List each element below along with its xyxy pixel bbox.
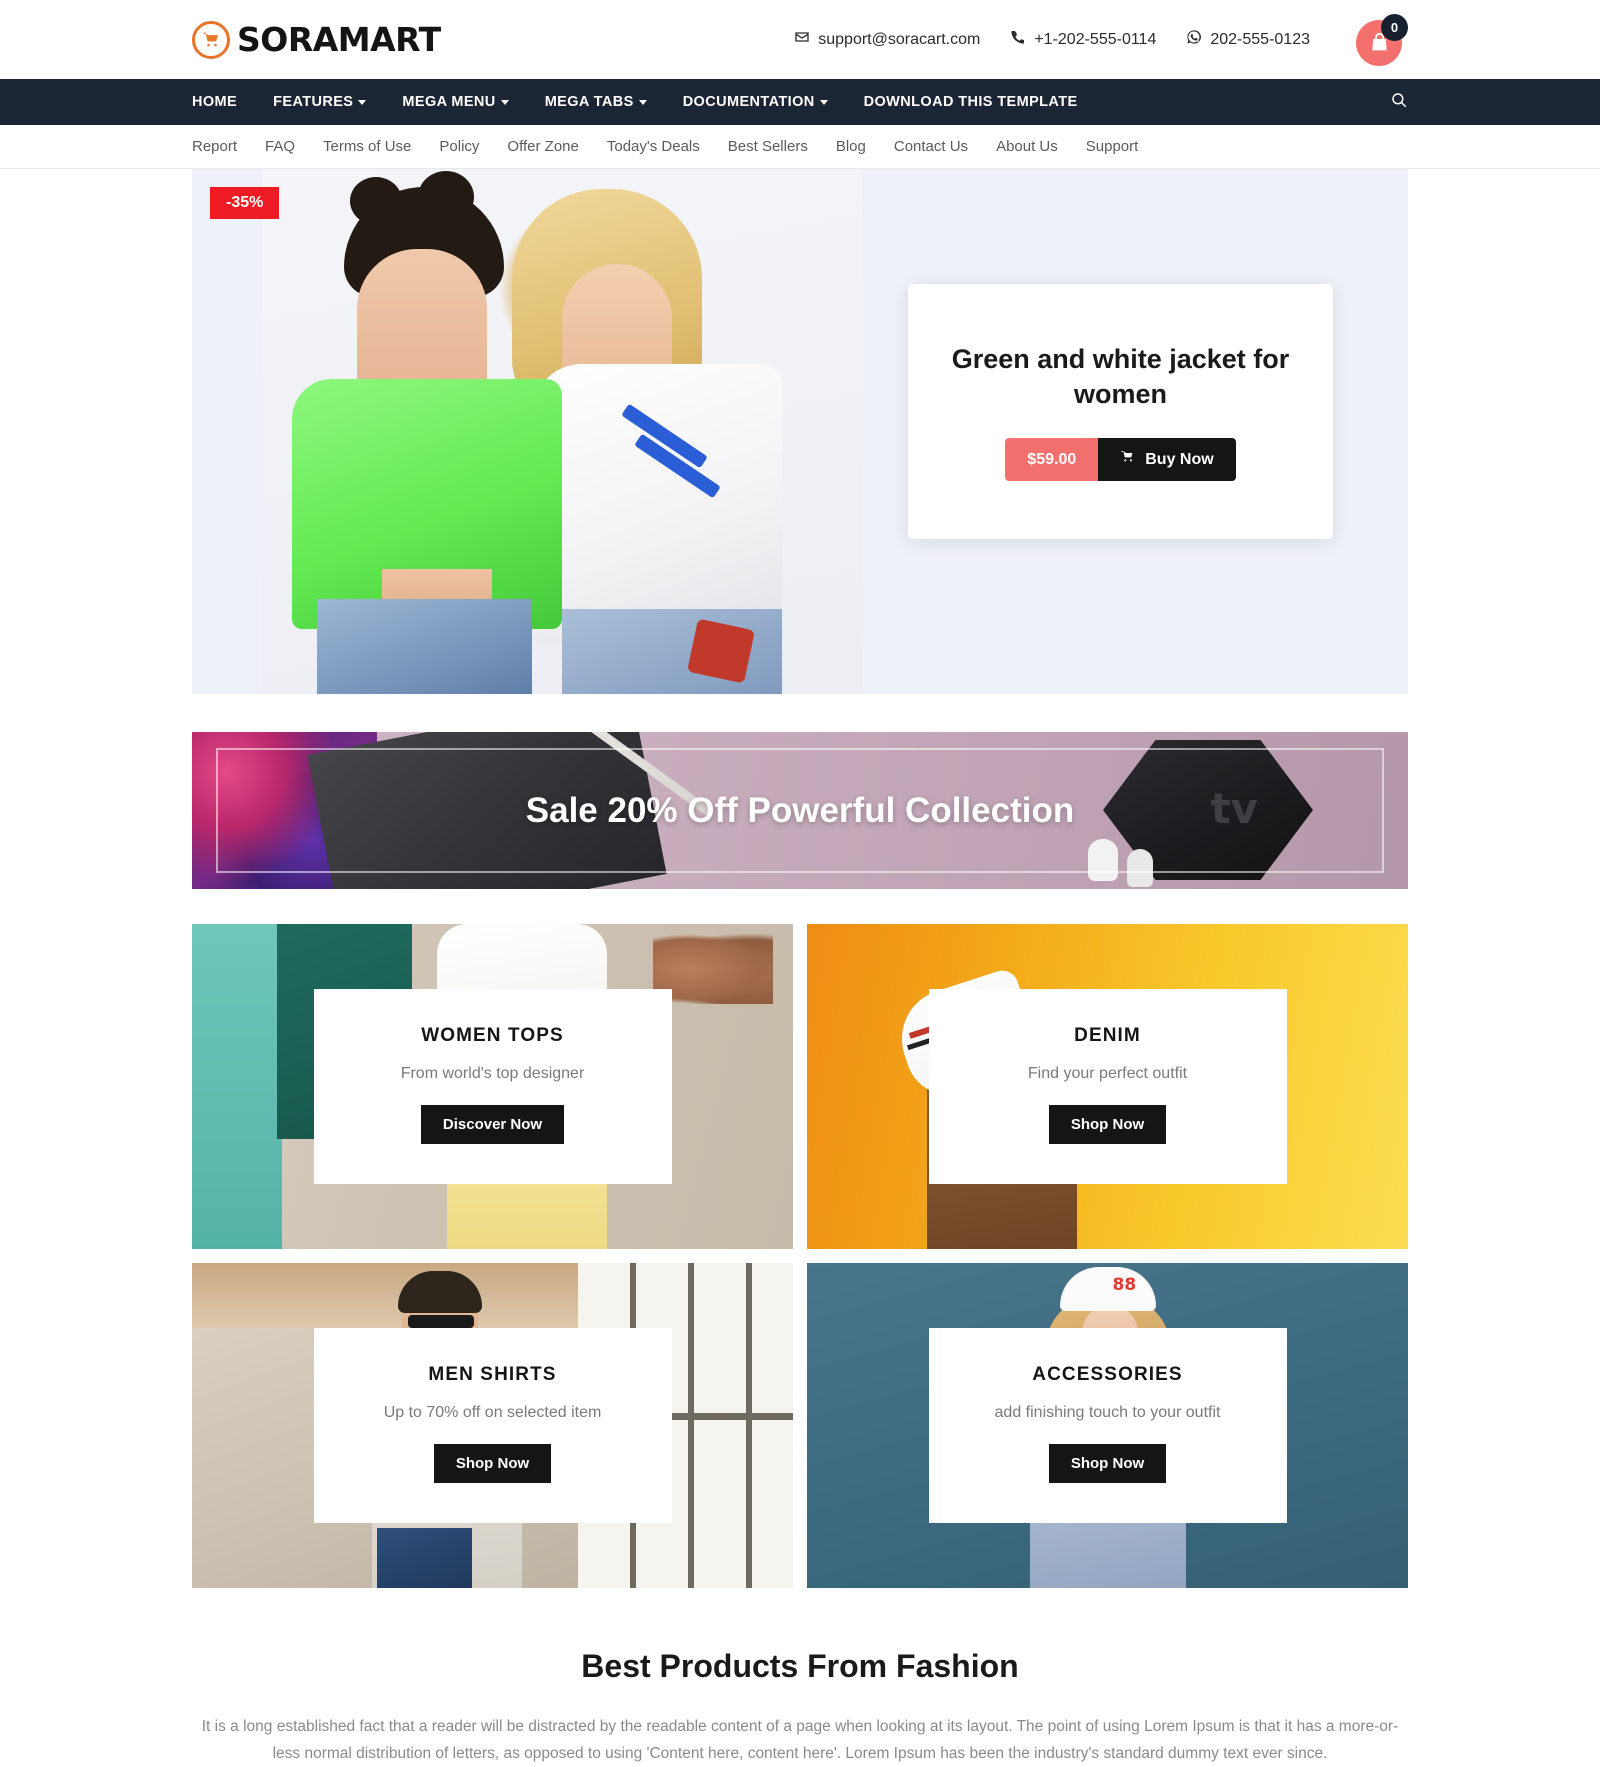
secondary-navigation: Report FAQ Terms of Use Policy Offer Zon…: [0, 125, 1600, 169]
chevron-down-icon: [638, 99, 647, 105]
decorative-shape: [317, 599, 532, 694]
nav-item-features[interactable]: FEATURES: [273, 94, 367, 110]
shop-now-button[interactable]: Shop Now: [433, 1444, 552, 1483]
decorative-shape: [687, 618, 755, 684]
chevron-down-icon: [819, 99, 828, 105]
main-navigation: HOME FEATURES MEGA MENU MEGA TABS DOCUME…: [0, 79, 1600, 125]
subnav-item-best-sellers[interactable]: Best Sellers: [728, 138, 808, 155]
hero-product-card: Green and white jacket for women $59.00 …: [908, 284, 1333, 539]
category-grid: WOMEN TOPS From world's top designer Dis…: [192, 889, 1408, 1588]
category-title: MEN SHIRTS: [428, 1364, 557, 1385]
subnav-item-policy[interactable]: Policy: [439, 138, 479, 155]
contact-whatsapp-text: 202-555-0123: [1210, 30, 1310, 48]
sale-banner[interactable]: tv Sale 20% Off Powerful Collection: [192, 732, 1408, 889]
nav-item-download-template[interactable]: DOWNLOAD THIS TEMPLATE: [864, 94, 1078, 110]
decorative-shape: [532, 364, 782, 644]
category-content-box: DENIM Find your perfect outfit Shop Now: [928, 989, 1287, 1184]
decorative-shape: [418, 171, 474, 223]
contact-phone[interactable]: +1-202-555-0114: [1010, 29, 1156, 50]
logo-text: SORAMART: [237, 20, 441, 59]
category-subtitle: add finishing touch to your outfit: [994, 1404, 1221, 1421]
buy-now-button[interactable]: Buy Now: [1098, 438, 1236, 482]
site-logo[interactable]: SORAMART: [192, 20, 441, 59]
category-title: ACCESSORIES: [1032, 1364, 1183, 1385]
section-title: Best Products From Fashion: [581, 1648, 1019, 1684]
nav-item-home[interactable]: HOME: [192, 94, 237, 110]
buy-now-label: Buy Now: [1145, 450, 1214, 468]
decorative-shape: [192, 924, 282, 1249]
contact-email-text: support@soracart.com: [818, 30, 981, 48]
contact-email[interactable]: support@soracart.com: [794, 29, 980, 50]
shop-now-button[interactable]: Shop Now: [1048, 1105, 1167, 1144]
category-content-box: MEN SHIRTS Up to 70% off on selected ite…: [313, 1328, 672, 1523]
best-products-section: Best Products From Fashion It is a long …: [192, 1588, 1408, 1767]
contact-phone-text: +1-202-555-0114: [1034, 30, 1157, 48]
discount-badge: -35%: [210, 187, 280, 219]
sale-banner-text: Sale 20% Off Powerful Collection: [525, 790, 1075, 830]
shop-now-button[interactable]: Shop Now: [1048, 1444, 1167, 1483]
category-content-box: WOMEN TOPS From world's top designer Dis…: [313, 989, 672, 1184]
category-subtitle: Find your perfect outfit: [1027, 1065, 1188, 1082]
nav-label: MEGA TABS: [544, 94, 634, 110]
subnav-item-terms-of-use[interactable]: Terms of Use: [323, 138, 411, 155]
decorative-shape: [1059, 1267, 1156, 1311]
nav-item-mega-menu[interactable]: MEGA MENU: [402, 94, 509, 110]
subnav-item-support[interactable]: Support: [1086, 138, 1139, 155]
subnav-item-faq[interactable]: FAQ: [265, 138, 295, 155]
section-paragraph: It is a long established fact that a rea…: [201, 1718, 1399, 1763]
category-content-box: ACCESSORIES add finishing touch to your …: [928, 1328, 1287, 1523]
search-icon[interactable]: [1390, 91, 1408, 114]
nav-label: HOME: [192, 94, 238, 110]
cart-button[interactable]: 0: [1356, 13, 1408, 66]
subnav-item-report[interactable]: Report: [192, 138, 237, 155]
subnav-item-blog[interactable]: Blog: [836, 138, 866, 155]
category-card-men-shirts[interactable]: MEN SHIRTS Up to 70% off on selected ite…: [192, 1263, 793, 1588]
chevron-down-icon: [500, 99, 509, 105]
decorative-shape: [350, 177, 402, 225]
whatsapp-icon: [1186, 29, 1202, 50]
decorative-shape: [377, 1528, 472, 1588]
hat-number-text: 88: [1112, 1275, 1137, 1295]
category-card-women-tops[interactable]: WOMEN TOPS From world's top designer Dis…: [192, 924, 793, 1249]
envelope-icon: [794, 29, 810, 50]
nav-item-documentation[interactable]: DOCUMENTATION: [683, 94, 828, 110]
phone-icon: [1010, 29, 1026, 50]
category-card-denim[interactable]: DENIM Find your perfect outfit Shop Now: [807, 924, 1408, 1249]
chevron-down-icon: [358, 99, 367, 105]
subnav-item-about-us[interactable]: About Us: [996, 138, 1058, 155]
decorative-shape: [408, 1315, 474, 1328]
category-title: WOMEN TOPS: [421, 1025, 564, 1046]
category-subtitle: From world's top designer: [400, 1065, 585, 1082]
nav-label: DOWNLOAD THIS TEMPLATE: [863, 94, 1078, 110]
shopping-cart-icon: [192, 20, 230, 59]
hero-product-photo: [262, 169, 862, 694]
nav-label: MEGA MENU: [402, 94, 496, 110]
top-bar: SORAMART support@soracart.com +1-202-555…: [0, 0, 1600, 79]
category-card-accessories[interactable]: 88 ACCESSORIES add finishing touch to yo…: [807, 1263, 1408, 1588]
nav-label: FEATURES: [273, 94, 354, 110]
nav-label: DOCUMENTATION: [682, 94, 815, 110]
hero-product-title: Green and white jacket for women: [951, 343, 1290, 409]
subnav-item-offer-zone[interactable]: Offer Zone: [507, 138, 578, 155]
subnav-item-contact-us[interactable]: Contact Us: [894, 138, 968, 155]
hero-price-tag: $59.00: [1005, 438, 1099, 482]
hero-slider: -35% Green and white jacket for women $5…: [192, 169, 1408, 694]
cart-count-badge: 0: [1381, 13, 1408, 41]
cart-icon: [1120, 449, 1136, 470]
category-subtitle: Up to 70% off on selected item: [383, 1404, 602, 1421]
subnav-item-todays-deals[interactable]: Today's Deals: [607, 138, 700, 155]
nav-item-mega-tabs[interactable]: MEGA TABS: [545, 94, 647, 110]
category-title: DENIM: [1074, 1025, 1141, 1046]
contact-whatsapp[interactable]: 202-555-0123: [1186, 29, 1310, 50]
discover-now-button[interactable]: Discover Now: [420, 1105, 565, 1144]
